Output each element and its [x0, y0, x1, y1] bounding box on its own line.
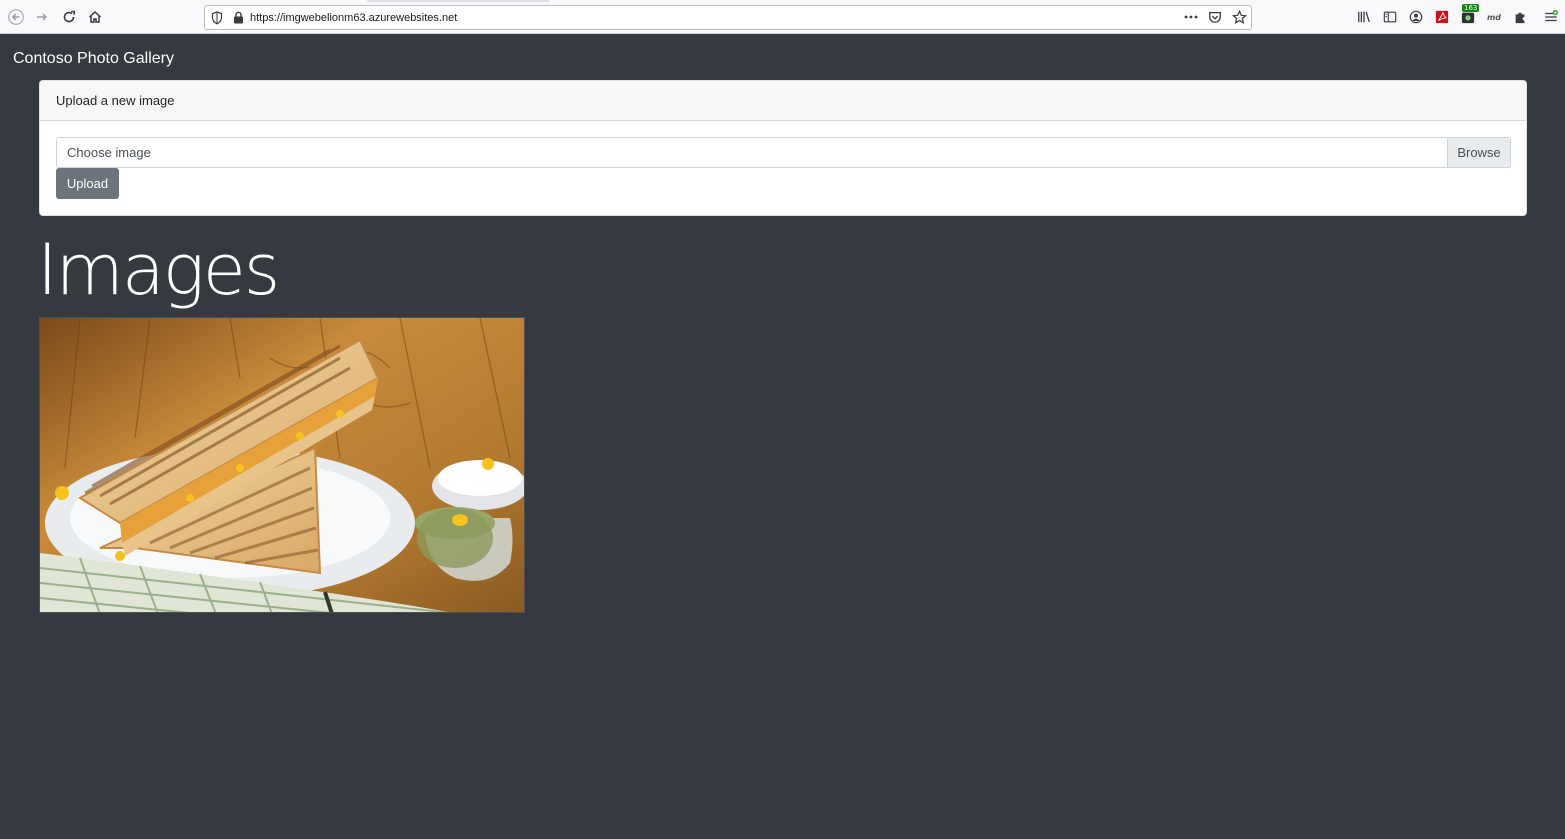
- account-icon[interactable]: [1408, 9, 1424, 25]
- library-icon[interactable]: [1356, 9, 1372, 25]
- upload-card-header: Upload a new image: [40, 81, 1526, 121]
- images-heading: Images: [37, 229, 280, 311]
- url-text[interactable]: https://imgwebelionm63.azurewebsites.net: [250, 12, 457, 24]
- bookmark-star-icon[interactable]: [1231, 9, 1247, 25]
- puzzle-extension-icon[interactable]: [1512, 9, 1528, 25]
- file-input[interactable]: Choose image Browse: [56, 137, 1511, 168]
- upload-button[interactable]: Upload: [56, 168, 119, 199]
- badge-extension-icon[interactable]: 163: [1460, 4, 1480, 25]
- sidebar-icon[interactable]: [1382, 9, 1398, 25]
- markdown-extension-icon[interactable]: md: [1486, 9, 1502, 25]
- pocket-icon[interactable]: [1207, 9, 1223, 25]
- tracking-protection-icon[interactable]: [211, 10, 223, 25]
- navbar-brand[interactable]: Contoso Photo Gallery: [13, 49, 174, 69]
- extensions-area: 163 md: [1351, 4, 1565, 29]
- gallery-image-sandwich[interactable]: [39, 317, 525, 613]
- browse-button[interactable]: Browse: [1447, 138, 1510, 167]
- back-icon[interactable]: [4, 5, 28, 29]
- menu-update-icon[interactable]: [1543, 9, 1559, 25]
- markdown-extension-label: md: [1486, 12, 1502, 22]
- tab-indicator: [367, 0, 549, 2]
- browser-toolbar: https://imgwebelionm63.azurewebsites.net: [0, 0, 1565, 34]
- page-actions-icon[interactable]: [1183, 9, 1199, 25]
- lock-icon[interactable]: [233, 11, 244, 24]
- home-icon[interactable]: [83, 5, 107, 29]
- file-input-placeholder[interactable]: Choose image: [57, 145, 1447, 160]
- pdf-extension-icon[interactable]: [1434, 9, 1450, 25]
- reload-icon[interactable]: [57, 5, 81, 29]
- forward-icon[interactable]: [30, 5, 54, 29]
- extension-badge-count: 163: [1462, 4, 1480, 12]
- upload-card: Upload a new image Choose image Browse U…: [39, 80, 1527, 216]
- address-bar[interactable]: https://imgwebelionm63.azurewebsites.net: [204, 5, 1252, 30]
